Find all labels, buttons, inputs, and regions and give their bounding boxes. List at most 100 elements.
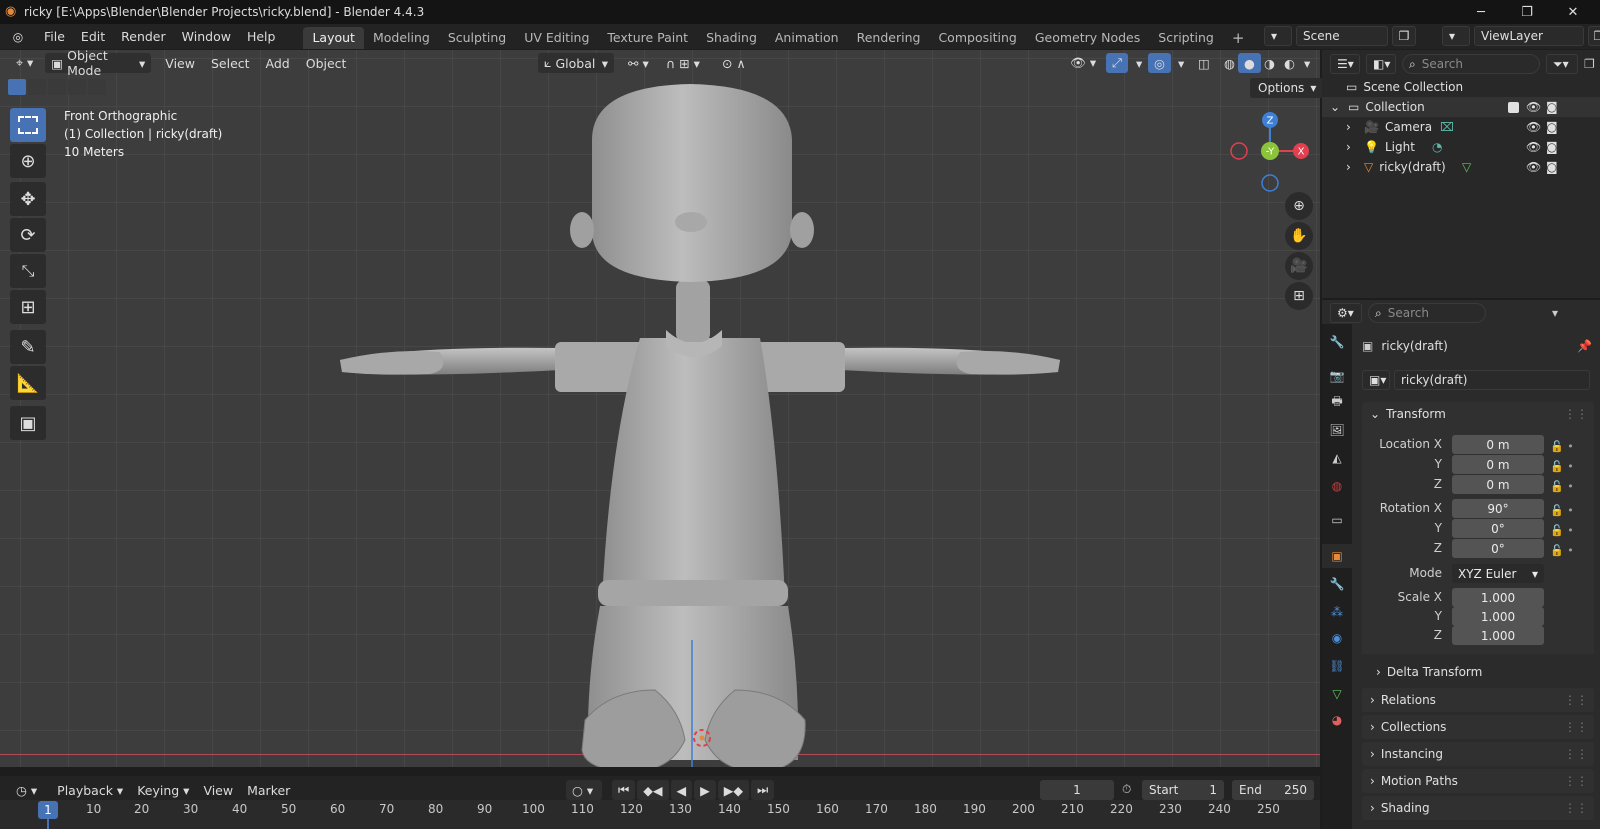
menu-object[interactable]: Object <box>300 53 353 73</box>
menu-window[interactable]: Window <box>174 24 239 49</box>
collection-tab-icon[interactable]: ▭ <box>1322 508 1352 532</box>
lock-icon[interactable]: 🔓 • <box>1550 541 1580 561</box>
menu-help[interactable]: Help <box>239 24 284 49</box>
character-model[interactable] <box>330 80 1070 767</box>
display-mode-icon[interactable]: ◧▾ <box>1366 54 1396 74</box>
add-workspace-icon[interactable]: + <box>1223 27 1254 49</box>
maximize-icon[interactable]: ❐ <box>1504 0 1550 24</box>
scene-tab-icon[interactable]: ◭ <box>1322 446 1352 470</box>
chevron-right-icon[interactable]: › <box>1346 120 1358 134</box>
overlays-toggle-icon[interactable]: ◎ <box>1148 53 1171 73</box>
physics-tab-icon[interactable]: ◉ <box>1322 626 1352 650</box>
select-subtract-icon[interactable] <box>48 79 66 95</box>
transform-tool-icon[interactable]: ⊞ <box>10 290 46 324</box>
modifier-tab-icon[interactable]: 🔧 <box>1322 572 1352 596</box>
tool-tab-icon[interactable]: 🔧 <box>1322 330 1352 354</box>
filter-icon[interactable]: ⏷▾ <box>1546 54 1578 74</box>
collections-panel-header[interactable]: › Collections ⋮⋮ <box>1362 715 1594 739</box>
drag-handle-icon[interactable]: ⋮⋮ <box>1564 407 1588 421</box>
drag-handle-icon[interactable]: ⋮⋮ <box>1564 720 1588 734</box>
tab-sculpting[interactable]: Sculpting <box>439 27 515 49</box>
scale-x-field[interactable]: 1.000 <box>1452 588 1544 607</box>
object-tab-icon[interactable]: ▣ <box>1322 544 1352 568</box>
scale-y-field[interactable]: 1.000 <box>1452 607 1544 626</box>
camera-view-icon[interactable]: 🎥 <box>1285 252 1313 280</box>
tab-rendering[interactable]: Rendering <box>848 27 930 49</box>
exclude-checkbox-icon[interactable] <box>1508 101 1519 113</box>
eye-icon[interactable]: 👁 <box>1526 100 1541 114</box>
chevron-right-icon[interactable]: › <box>1346 140 1358 154</box>
scene-browse-icon[interactable]: ▾ <box>1264 26 1292 46</box>
location-z-field[interactable]: 0 m <box>1452 475 1544 494</box>
snap-icon[interactable]: ∩ ⊞ ▾ <box>660 53 706 73</box>
tab-shading[interactable]: Shading <box>697 27 766 49</box>
eye-icon[interactable]: 👁 <box>1526 120 1541 134</box>
proportional-editing-icon[interactable]: ⊙ ∧ <box>716 53 752 73</box>
lock-icon[interactable]: 🔓 • <box>1550 501 1580 521</box>
timeline-marker-menu[interactable]: Marker <box>241 780 296 800</box>
add-cube-tool-icon[interactable]: ▣ <box>10 406 46 440</box>
pan-hand-icon[interactable]: ✋ <box>1285 222 1313 250</box>
play-icon[interactable]: ▶ <box>694 780 716 800</box>
annotate-tool-icon[interactable]: ✎ <box>10 330 46 364</box>
outliner-item-light[interactable]: › 💡 Light ◔ 👁 ◙ <box>1322 137 1600 157</box>
select-box-tool-icon[interactable] <box>10 108 46 142</box>
pivot-point-icon[interactable]: ⚯ ▾ <box>622 53 655 73</box>
pin-icon[interactable]: 📌 <box>1577 339 1592 353</box>
lock-icon[interactable]: 🔓 • <box>1550 477 1580 497</box>
menu-view[interactable]: View <box>159 53 201 73</box>
menu-select[interactable]: Select <box>205 53 256 73</box>
start-frame-field[interactable]: Start 1 <box>1142 780 1224 800</box>
new-view-layer-icon[interactable]: ❐ <box>1588 26 1600 46</box>
chevron-right-icon[interactable]: › <box>1346 160 1358 174</box>
particles-tab-icon[interactable]: ⁂ <box>1322 600 1352 624</box>
end-frame-field[interactable]: End 250 <box>1232 780 1314 800</box>
properties-editor-type-icon[interactable]: ⚙▾ <box>1330 303 1362 323</box>
timeline-keying-menu[interactable]: Keying ▾ <box>131 780 195 800</box>
scale-tool-icon[interactable]: ⤡ <box>10 254 46 288</box>
select-intersect-icon[interactable] <box>88 79 106 95</box>
drag-handle-icon[interactable]: ⋮⋮ <box>1564 747 1588 761</box>
tab-uv-editing[interactable]: UV Editing <box>515 27 598 49</box>
current-frame-field[interactable]: 1 <box>1040 780 1114 800</box>
location-x-field[interactable]: 0 m <box>1452 435 1544 454</box>
properties-search-input[interactable]: ⌕ Search <box>1368 303 1486 323</box>
tab-texture-paint[interactable]: Texture Paint <box>598 27 697 49</box>
transform-panel-header[interactable]: ⌄ Transform ⋮⋮ <box>1362 402 1594 426</box>
rotate-tool-icon[interactable]: ⟳ <box>10 218 46 252</box>
stopwatch-icon[interactable]: ⏱ <box>1122 782 1131 797</box>
rotation-z-field[interactable]: 0° <box>1452 539 1544 558</box>
menu-edit[interactable]: Edit <box>73 24 113 49</box>
gizmo-dropdown-icon[interactable]: ▾ <box>1130 53 1148 73</box>
view-layer-browse-icon[interactable]: ▾ <box>1442 26 1470 46</box>
visibility-icon[interactable]: 👁 ▾ <box>1064 53 1102 73</box>
rotation-mode-dropdown[interactable]: XYZ Euler ▾ <box>1452 564 1544 583</box>
output-tab-icon[interactable]: 🖶 <box>1322 390 1352 414</box>
3d-cursor-icon[interactable] <box>690 726 714 750</box>
cursor-tool-icon[interactable]: ⊕ <box>10 144 46 178</box>
shading-options-icon[interactable]: ▾ <box>1298 53 1316 73</box>
outliner-scene-collection[interactable]: ▭ Scene Collection <box>1322 77 1600 97</box>
transform-orientation-dropdown[interactable]: ⟀ Global ▾ <box>538 53 614 73</box>
instancing-panel-header[interactable]: › Instancing ⋮⋮ <box>1362 742 1594 766</box>
3d-viewport[interactable] <box>0 50 1320 767</box>
options-dropdown[interactable]: Options ▾ <box>1250 78 1325 98</box>
object-mode-dropdown[interactable]: ▣ Object Mode ▾ <box>45 48 152 78</box>
timeline-view-menu[interactable]: View <box>197 780 239 800</box>
constraints-tab-icon[interactable]: ⛓ <box>1322 654 1352 678</box>
tab-layout[interactable]: Layout <box>303 27 364 49</box>
measure-tool-icon[interactable]: 📐 <box>10 366 46 400</box>
shading-panel-header[interactable]: › Shading ⋮⋮ <box>1362 796 1594 820</box>
rotation-x-field[interactable]: 90° <box>1452 499 1544 518</box>
object-browse-icon[interactable]: ▣▾ <box>1362 370 1390 390</box>
relations-panel-header[interactable]: › Relations ⋮⋮ <box>1362 688 1594 712</box>
outliner-editor-type-icon[interactable]: ☰▾ <box>1330 54 1360 74</box>
menu-add[interactable]: Add <box>260 53 296 73</box>
scene-name-field[interactable]: Scene <box>1296 26 1388 46</box>
new-scene-icon[interactable]: ❐ <box>1392 26 1416 46</box>
blender-menu-icon[interactable]: ◎ <box>0 30 36 44</box>
eye-icon[interactable]: 👁 <box>1526 140 1541 154</box>
camera-render-icon[interactable]: ◙ <box>1546 120 1558 134</box>
data-tab-icon[interactable]: ▽ <box>1322 682 1352 706</box>
location-y-field[interactable]: 0 m <box>1452 455 1544 474</box>
